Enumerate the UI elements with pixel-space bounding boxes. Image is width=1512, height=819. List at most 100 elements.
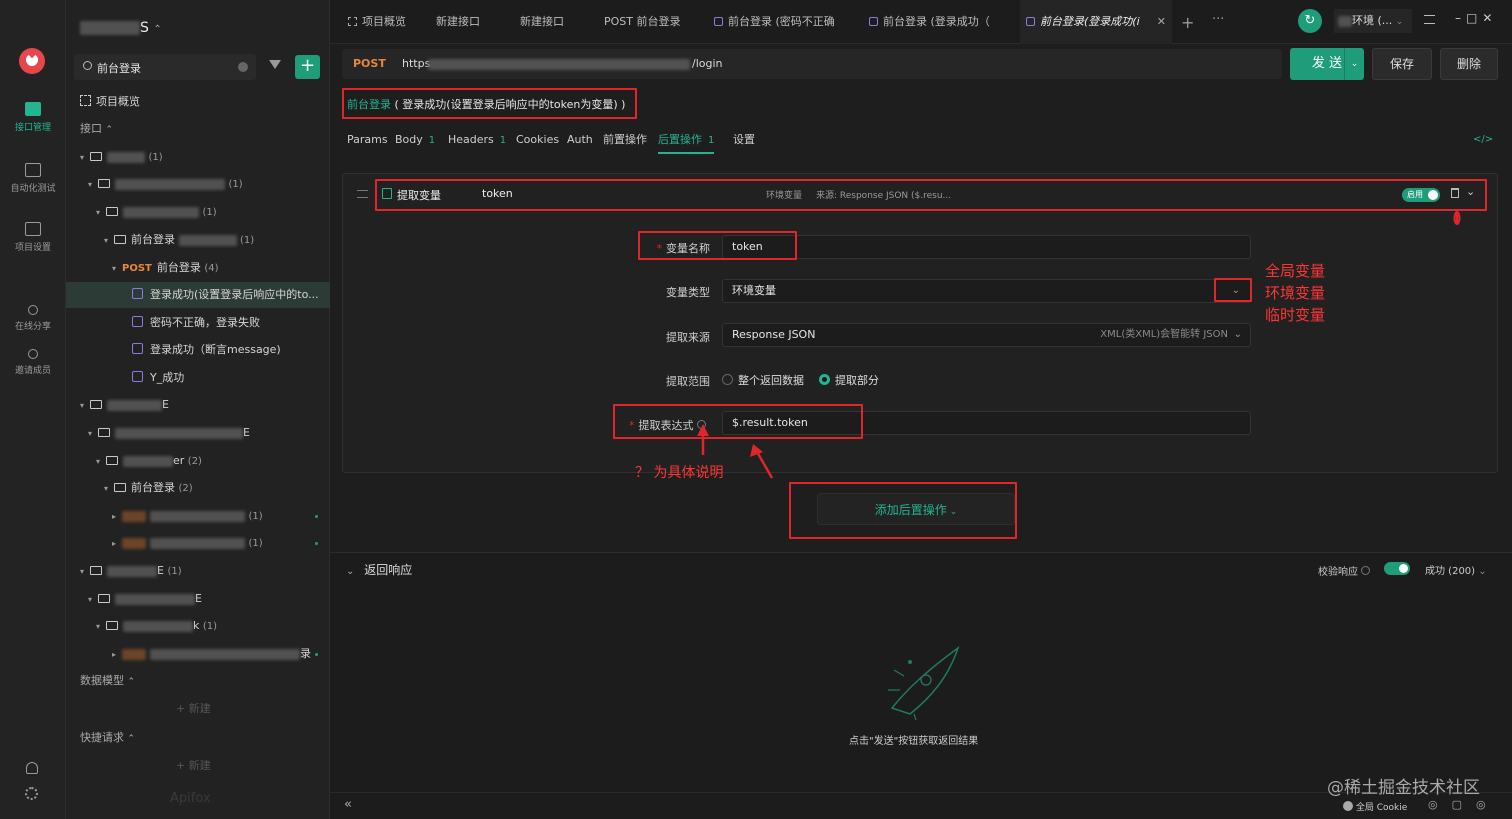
add-post-op-button[interactable]: 添加后置操作 ⌄	[817, 493, 1015, 525]
caret-icon[interactable]: ▾	[96, 449, 106, 475]
window-controls[interactable]: –□✕	[1455, 11, 1497, 25]
tree-case-item[interactable]: 密码不正确，登录失败	[66, 310, 330, 336]
global-cookie[interactable]: 全局 Cookie	[1343, 800, 1407, 813]
subtab-1[interactable]: Body 1	[395, 128, 435, 154]
tree-folder[interactable]: ▾ 前台登录 (1)	[66, 227, 330, 253]
help-icon[interactable]	[1361, 566, 1371, 575]
collapse-icon[interactable]: «	[344, 797, 352, 812]
tab-5[interactable]: 前台登录 (登录成功（	[863, 0, 1003, 44]
interfaces-header[interactable]: 接口 ⌃	[80, 116, 344, 142]
tab-2[interactable]: 新建接口	[514, 0, 584, 44]
chevron-down-icon[interactable]: ⌄	[1466, 185, 1475, 198]
delete-button[interactable]: 删除	[1440, 48, 1498, 80]
quick-request-header[interactable]: 快捷请求 ⌃	[80, 725, 344, 751]
data-model-header[interactable]: 数据模型 ⌃	[80, 668, 344, 694]
caret-icon[interactable]: ▾	[112, 256, 122, 282]
subtab-4[interactable]: Auth	[567, 128, 593, 154]
tree-folder[interactable]: ▸ 录	[66, 641, 330, 667]
tree-folder[interactable]: ▾ E	[66, 420, 330, 446]
footer-icons[interactable]: ◎▢◎	[1428, 798, 1500, 811]
validate-toggle[interactable]	[1384, 562, 1410, 575]
tree-folder[interactable]: ▾ (1)	[66, 144, 330, 170]
caret-icon[interactable]: ▾	[88, 421, 98, 447]
tree-folder[interactable]: ▾ k (1)	[66, 613, 330, 639]
code-icon[interactable]: </>	[1473, 134, 1493, 145]
tree-folder[interactable]: ▾ 前台登录 (2)	[66, 475, 330, 501]
caret-icon[interactable]: ▾	[96, 614, 106, 640]
url-bar[interactable]: POST https /login	[342, 49, 1282, 79]
tree-folder[interactable]: ▾ E	[66, 586, 330, 612]
method-label[interactable]: POST	[353, 57, 386, 70]
clear-icon[interactable]	[238, 62, 248, 72]
subtab-5[interactable]: 前置操作	[603, 128, 647, 154]
tree-folder[interactable]: ▾ er (2)	[66, 448, 330, 474]
response-header[interactable]: ⌄ 返回响应	[346, 561, 412, 578]
filter-icon[interactable]	[269, 60, 281, 69]
drag-handle-icon[interactable]	[357, 190, 368, 198]
nav-project-settings[interactable]: 项目设置	[0, 222, 66, 253]
tree-folder[interactable]: ▸ (1)	[66, 503, 330, 529]
caret-icon[interactable]: ▾	[104, 476, 114, 502]
caret-icon[interactable]: ▾	[104, 228, 114, 254]
nav-share[interactable]: 在线分享	[0, 305, 66, 332]
app-nav: 接口管理 自动化测试 项目设置 在线分享 邀请成员	[0, 0, 66, 819]
tab-1[interactable]: 新建接口	[430, 0, 500, 44]
nav-invite[interactable]: 邀请成员	[0, 349, 66, 376]
nav-interface-mgmt[interactable]: 接口管理	[0, 102, 66, 133]
tree-case-item[interactable]: Y_成功	[66, 365, 330, 391]
save-button[interactable]: 保存	[1372, 48, 1432, 80]
search-box[interactable]: 前台登录	[74, 54, 256, 80]
more-tabs-icon[interactable]: ···	[1212, 12, 1224, 27]
env-selector[interactable]: 环境 (... ⌄	[1334, 9, 1412, 33]
caret-icon[interactable]: ▸	[112, 642, 122, 668]
sync-icon[interactable]: ↻	[1298, 9, 1322, 33]
subtab-2[interactable]: Headers 1	[448, 128, 506, 154]
trash-icon[interactable]	[1451, 188, 1459, 198]
project-switcher[interactable]: S ⌃	[80, 20, 162, 36]
tab-6[interactable]: 前台登录(登录成功(i ✕	[1020, 0, 1172, 44]
project-name: S	[140, 20, 149, 36]
tab-label: 前台登录 (登录成功（	[883, 15, 990, 28]
breadcrumb-name[interactable]: 前台登录	[347, 98, 391, 111]
tree-folder[interactable]: ▾ (1)	[66, 171, 330, 197]
caret-icon[interactable]: ▾	[80, 393, 90, 419]
caret-icon[interactable]: ▾	[80, 559, 90, 585]
tree-folder[interactable]: ▸ (1)	[66, 530, 330, 556]
send-button[interactable]: 发 送 ⌄	[1290, 48, 1364, 80]
subtab-0[interactable]: Params	[347, 128, 388, 154]
caret-icon[interactable]: ▸	[112, 504, 122, 530]
caret-icon[interactable]: ▾	[96, 200, 106, 226]
status-select[interactable]: 成功 (200) ⌄	[1425, 562, 1487, 577]
tab-0[interactable]: 项目概览	[342, 0, 414, 44]
subtab-7[interactable]: 设置	[733, 128, 755, 154]
caret-icon[interactable]: ▾	[88, 587, 98, 613]
folder-icon	[98, 594, 110, 603]
search-input[interactable]: 前台登录	[97, 60, 141, 76]
test-case-icon	[132, 288, 143, 299]
chevron-down-icon[interactable]: ⌄	[1344, 48, 1364, 80]
subtab-label: Params	[347, 133, 388, 146]
caret-icon[interactable]: ▸	[112, 531, 122, 557]
tree-folder[interactable]: ▾ E	[66, 392, 330, 418]
tab-4[interactable]: 前台登录 (密码不正确	[708, 0, 848, 44]
menu-icon[interactable]	[1424, 15, 1435, 24]
subtab-3[interactable]: Cookies	[516, 128, 559, 154]
method-badge: POST	[122, 263, 152, 274]
nav-auto-test[interactable]: 自动化测试	[0, 163, 66, 194]
tree-api-item[interactable]: ▾ POST 前台登录 (4)	[66, 255, 330, 281]
tab-3[interactable]: POST 前台登录	[598, 0, 688, 44]
subtab-6[interactable]: 后置操作 1	[658, 128, 715, 154]
gear-icon[interactable]	[25, 787, 38, 800]
tree-case-item[interactable]: 登录成功（断言message)	[66, 337, 330, 363]
tree-case-item[interactable]: 登录成功(设置登录后响应中的to...	[66, 282, 330, 308]
caret-icon[interactable]: ▾	[88, 172, 98, 198]
caret-icon[interactable]: ▾	[80, 145, 90, 171]
tree-folder[interactable]: ▾ E (1)	[66, 558, 330, 584]
new-tab-icon[interactable]: +	[1181, 13, 1194, 32]
overview-link[interactable]: 项目概览	[80, 89, 344, 115]
add-button[interactable]: +	[295, 55, 320, 79]
bell-icon[interactable]	[26, 762, 38, 774]
tab-label: POST 前台登录	[604, 15, 681, 28]
tree-folder[interactable]: ▾ (1)	[66, 199, 330, 225]
close-icon[interactable]: ✕	[1157, 0, 1166, 44]
